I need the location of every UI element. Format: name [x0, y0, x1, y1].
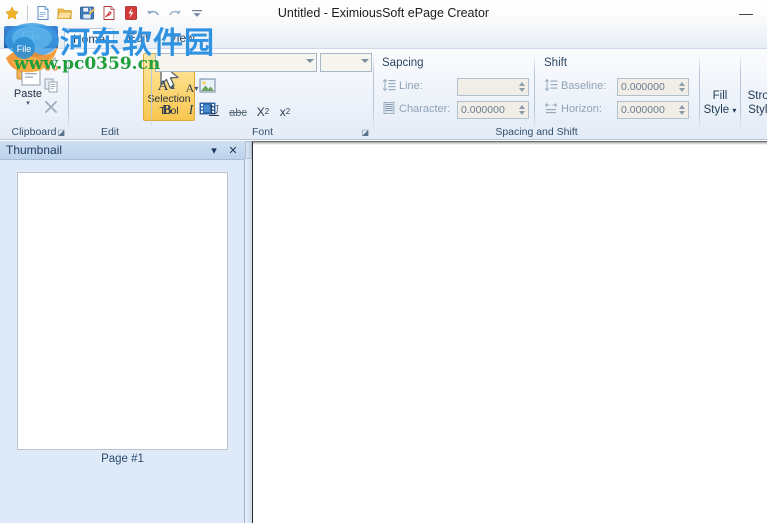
spacing-header: Sapcing	[382, 57, 424, 69]
close-x-icon	[45, 101, 57, 113]
panel-menu-chevron-down-icon[interactable]: ▾	[205, 141, 223, 160]
grow-font-button[interactable]: A ▲	[157, 77, 177, 96]
bold-button[interactable]: B	[157, 101, 177, 120]
delete-button[interactable]	[40, 97, 62, 117]
page-thumbnail-label: Page #1	[101, 453, 144, 465]
baseline-shift-icon	[544, 78, 558, 92]
paste-dropdown-caret[interactable]: ▾	[26, 100, 30, 107]
panel-close-icon[interactable]: ✕	[224, 141, 242, 160]
paste-label: Paste	[13, 88, 43, 100]
horizon-shift-value: 0.000000	[621, 104, 665, 116]
horizon-shift-spinner[interactable]: 0.000000	[617, 101, 689, 119]
spinner-down-icon[interactable]	[679, 88, 685, 92]
line-spacing-spinner[interactable]	[457, 78, 529, 96]
spinner-up-icon[interactable]	[679, 82, 685, 86]
stroke-style-label-1: Strok	[747, 90, 767, 102]
shrink-font-button[interactable]: A ▾	[182, 79, 202, 98]
chevron-down-icon[interactable]	[306, 59, 314, 63]
baseline-shift-label: Baseline:	[561, 80, 607, 92]
copy-icon	[44, 78, 57, 92]
group-label-spacing-and-shift: Spacing and Shift	[495, 126, 578, 138]
vertical-scrollbar-thumb[interactable]	[245, 141, 252, 159]
clipboard-dialog-launcher[interactable]: ◪	[57, 128, 65, 137]
spinner-up-icon[interactable]	[519, 82, 525, 86]
fill-style-label-2: Style ▾	[700, 103, 740, 118]
thumbnail-panel-title: Thumbnail	[6, 143, 63, 157]
fill-style-line2-text: Style	[703, 104, 730, 116]
fill-style-label-1: Fill	[712, 90, 728, 102]
subscript-index: 2	[264, 107, 270, 116]
cut-button[interactable]	[40, 53, 62, 73]
ribbon-group-edit: Selection Tool A	[69, 49, 215, 139]
ribbon-group-stroke-style: Strok Style	[741, 49, 767, 139]
font-dialog-launcher[interactable]: ◪	[361, 128, 369, 137]
subscript-button[interactable]: X2	[253, 102, 273, 121]
shift-header: Shift	[544, 57, 568, 69]
spinner-down-icon[interactable]	[679, 111, 685, 115]
underline-button[interactable]: U	[204, 101, 224, 120]
paste-icon	[16, 54, 41, 86]
spinner-up-icon[interactable]	[519, 105, 525, 109]
tab-edit[interactable]: Edit	[120, 28, 157, 48]
group-label-edit: Edit	[100, 126, 120, 138]
tab-file[interactable]: File	[4, 26, 58, 48]
superscript-index: 2	[285, 107, 291, 116]
stroke-style-label-2: Style	[748, 104, 767, 116]
separator-spacing-shift	[534, 54, 535, 130]
minimize-button[interactable]: —	[733, 0, 759, 26]
line-spacing-icon	[382, 78, 396, 92]
line-spacing-label: Line:	[399, 80, 423, 92]
character-spacing-value: 0.000000	[461, 104, 505, 116]
baseline-shift-value: 0.000000	[621, 81, 665, 93]
page-thumbnail[interactable]	[17, 172, 228, 450]
chevron-down-icon[interactable]	[361, 59, 369, 63]
vertical-splitter[interactable]	[245, 141, 252, 523]
ribbon-group-clipboard: Paste ▾ Clipboard ◪	[0, 49, 68, 139]
character-spacing-label: Character:	[399, 103, 451, 115]
ribbon-group-font: A ▲ A ▾ B I U abc X2 x2 Font ◪	[152, 49, 373, 139]
document-canvas[interactable]	[252, 141, 767, 523]
strikethrough-button[interactable]: abc	[225, 103, 251, 122]
copy-button[interactable]	[40, 75, 62, 95]
ribbon-group-spacing-and-shift: Sapcing Line: Character: 0.000000 Shift …	[374, 49, 699, 139]
font-size-combo[interactable]	[320, 53, 372, 72]
tab-home[interactable]: Home	[64, 28, 115, 48]
horizon-shift-icon	[544, 101, 558, 115]
shrink-caret-icon: ▾	[194, 84, 199, 93]
character-spacing-spinner[interactable]: 0.000000	[457, 101, 529, 119]
fill-style-caret-icon[interactable]: ▾	[732, 106, 736, 115]
canvas-top-shadow	[253, 142, 767, 145]
window-title: Untitled - EximiousSoft ePage Creator	[277, 6, 490, 20]
italic-button[interactable]: I	[181, 101, 201, 120]
horizon-shift-label: Horizon:	[561, 103, 602, 115]
title-bar: Untitled - EximiousSoft ePage Creator —	[0, 0, 767, 26]
superscript-button[interactable]: x2	[275, 102, 295, 121]
thumbnail-panel: Thumbnail ▾ ✕ Page #1	[0, 141, 245, 523]
font-name-combo[interactable]	[155, 53, 317, 72]
grow-font-label: A	[157, 78, 169, 94]
character-spacing-icon	[382, 101, 396, 115]
application-window: Untitled - EximiousSoft ePage Creator — …	[0, 0, 767, 523]
thumbnail-panel-caption: Thumbnail ▾ ✕	[0, 141, 245, 160]
ribbon-tab-strip: File Home Edit View	[0, 26, 767, 48]
spinner-up-icon[interactable]	[679, 105, 685, 109]
spinner-down-icon[interactable]	[519, 111, 525, 115]
subscript-base: X	[256, 104, 265, 119]
tab-view[interactable]: View	[161, 28, 203, 48]
ribbon: Paste ▾ Clipboard ◪ Selection Tool Edit …	[0, 48, 767, 140]
stroke-style-button[interactable]: Strok Style	[741, 89, 767, 117]
ribbon-group-fill-style: Fill Style ▾	[700, 49, 740, 139]
group-label-font: Font	[251, 126, 273, 138]
grow-caret-icon: ▲	[168, 82, 177, 91]
fill-style-button[interactable]: Fill Style ▾	[700, 89, 740, 118]
baseline-shift-spinner[interactable]: 0.000000	[617, 78, 689, 96]
scissors-icon	[44, 56, 58, 71]
shrink-font-label: A	[185, 81, 195, 95]
spinner-down-icon[interactable]	[519, 88, 525, 92]
